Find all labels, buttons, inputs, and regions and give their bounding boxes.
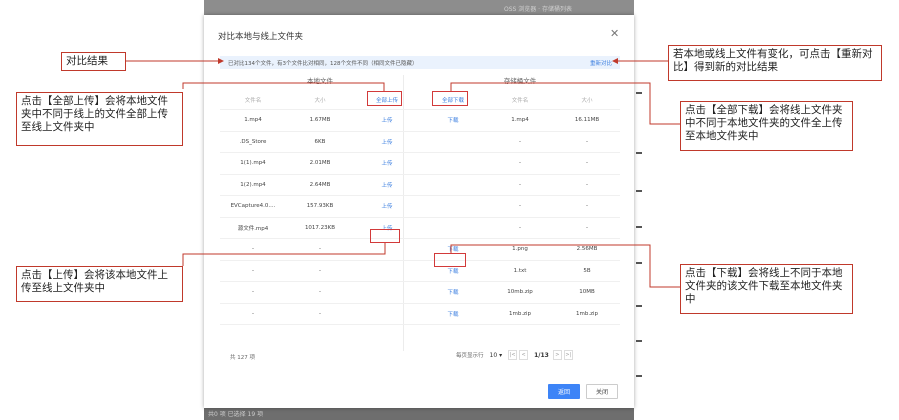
callout-upload-one: 点击【上传】会将该本地文件上传至线上文件夹中: [16, 266, 183, 302]
connector-upload-all: [182, 82, 385, 91]
connector-download: [450, 244, 680, 288]
arrowhead: [218, 58, 224, 64]
callout-upload-all: 点击【全部上传】会将本地文件夹中不同于线上的文件全部上传至线上文件夹中: [16, 92, 183, 146]
connector-upload: [182, 243, 386, 266]
connector-download-all: [450, 82, 680, 125]
callout-recompare: 若本地或线上文件有变化，可点击【重新对比】得到新的对比结果: [668, 45, 882, 81]
callout-download-all: 点击【全部下载】会将线上文件夹中不同于本地文件夹的文件全上传至本地文件夹中: [680, 101, 853, 151]
callout-download-one: 点击【下载】会将线上不同于本地文件夹的该文件下载至本地文件夹中: [680, 264, 853, 314]
arrowhead: [612, 58, 618, 64]
callout-compare-result: 对比结果: [61, 52, 126, 71]
